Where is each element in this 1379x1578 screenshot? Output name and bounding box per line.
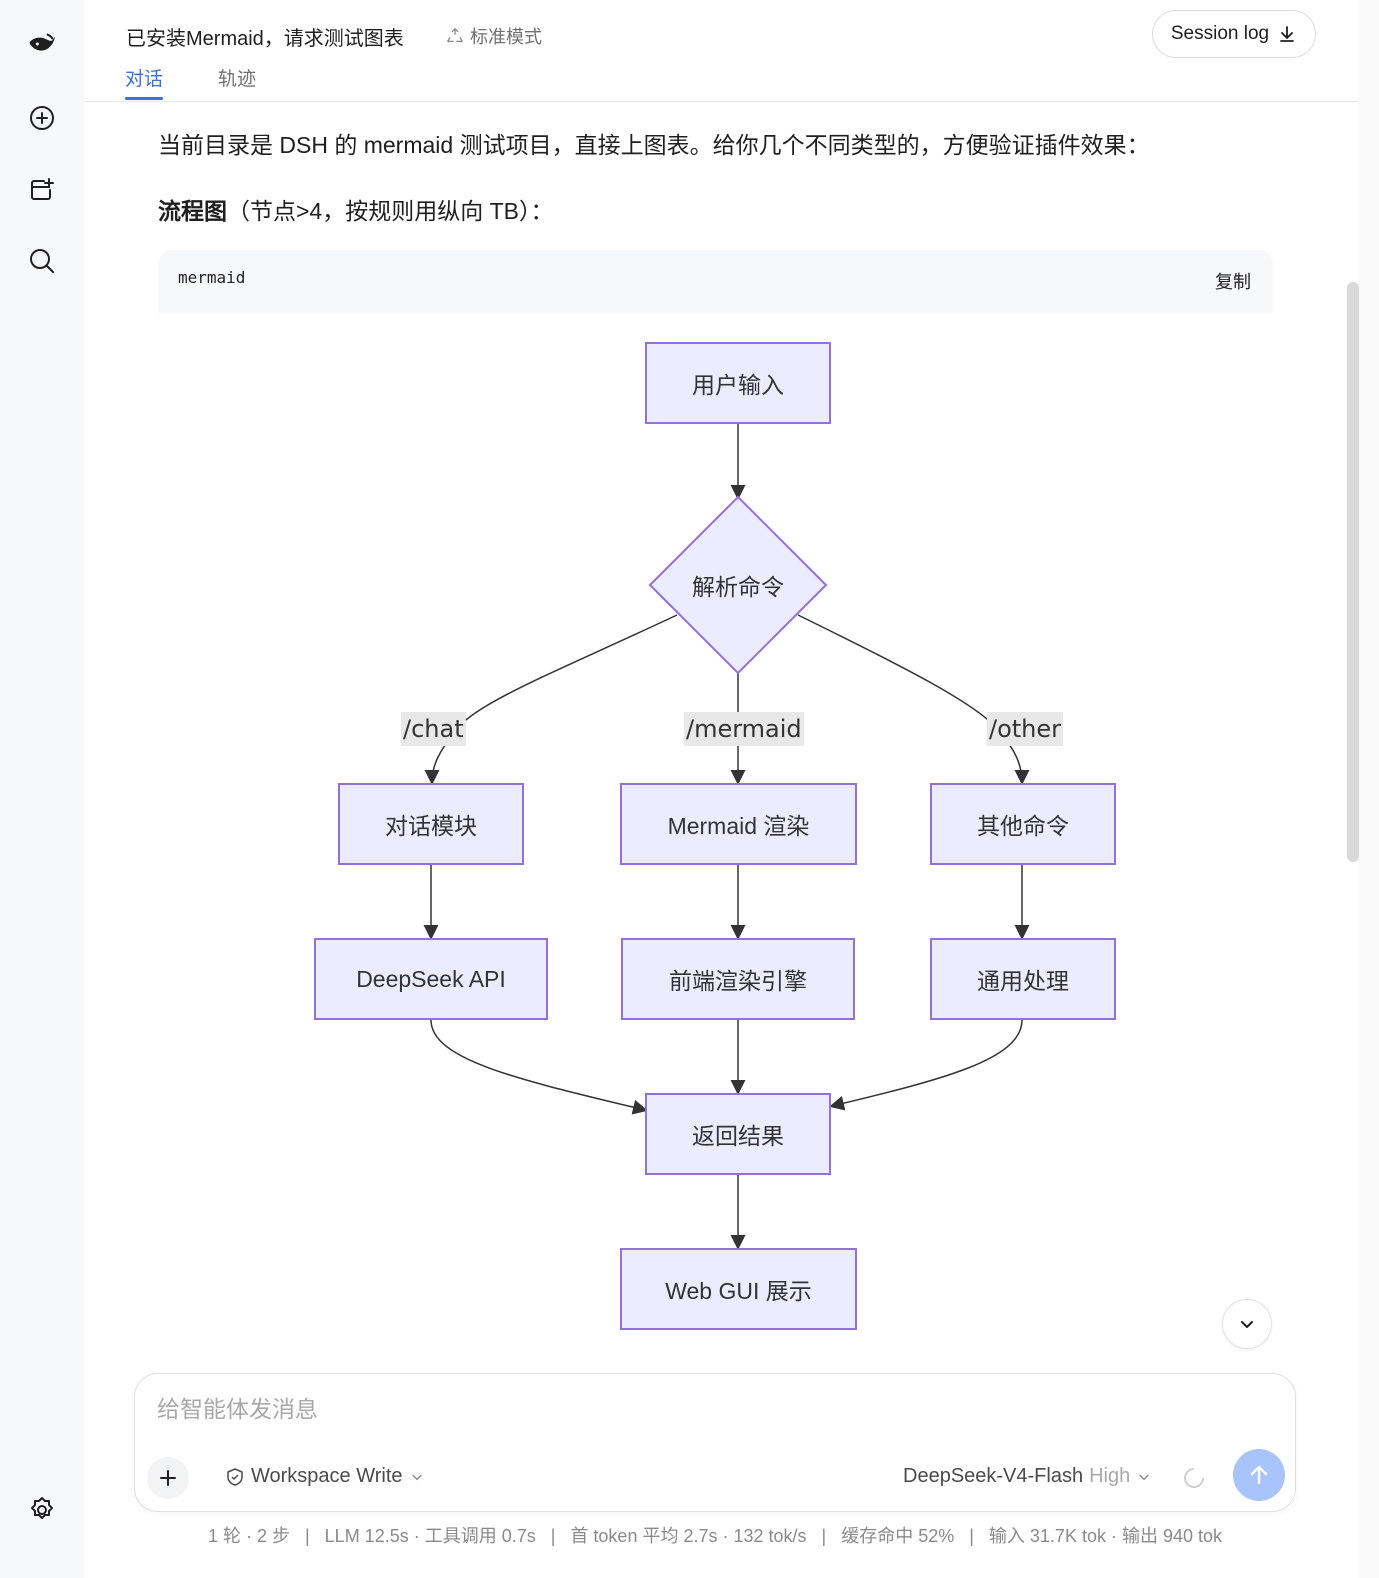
effort-label: High (1089, 1465, 1131, 1487)
message-composer: Workspace Write DeepSeek-V4-Flash High (134, 1373, 1296, 1512)
chevron-down-icon (1139, 1474, 1149, 1480)
chevron-down-icon (1241, 1321, 1253, 1328)
session-log-label: Session log (1170, 23, 1270, 44)
model-label: DeepSeek-V4-Flash (903, 1465, 1084, 1487)
message-intro: 当前目录是 DSH 的 mermaid 测试项目，直接上图表。给你几个不同类型的… (158, 132, 1150, 158)
download-icon (1280, 26, 1295, 42)
section-heading: 流程图（节点>4，按规则用纵向 TB）： (158, 192, 554, 226)
add-window-icon[interactable] (20, 168, 64, 212)
chevron-down-icon (411, 1474, 422, 1480)
mode-label: 标准模式 (470, 27, 542, 47)
node-deepseek-api: DeepSeek API (314, 938, 548, 1020)
mode-indicator: 标准模式 (446, 23, 542, 49)
left-sidebar (0, 0, 84, 1578)
node-other-command: 其他命令 (930, 783, 1116, 865)
plus-icon (160, 1470, 176, 1486)
copy-button[interactable]: 复制 (1215, 268, 1251, 294)
loading-spinner-icon (1184, 1468, 1204, 1488)
message-input[interactable] (157, 1396, 1257, 1423)
arrow-up-icon (1250, 1465, 1268, 1485)
chat-header: 已安装Mermaid，请求测试图表 标准模式 Session log 对话 轨迹 (84, 0, 1358, 102)
plus-circle-icon[interactable] (20, 96, 64, 140)
node-generic-processing: 通用处理 (930, 938, 1116, 1020)
scroll-to-bottom-button[interactable] (1222, 1299, 1272, 1349)
page-title: 已安装Mermaid，请求测试图表 (126, 28, 404, 50)
tab-chat[interactable]: 对话 (125, 64, 164, 100)
code-language: mermaid (178, 268, 246, 287)
workspace-select[interactable]: Workspace Write (225, 1465, 425, 1488)
recycle-icon (447, 28, 463, 43)
attach-button[interactable] (147, 1457, 189, 1499)
node-parse-command: 解析命令 (692, 574, 784, 600)
node-chat-module: 对话模块 (338, 783, 524, 865)
node-frontend-engine: 前端渲染引擎 (621, 938, 855, 1020)
session-log-button[interactable]: Session log (1152, 10, 1316, 58)
send-button[interactable] (1233, 1449, 1285, 1501)
shield-icon (227, 1467, 243, 1486)
model-select[interactable]: DeepSeek-V4-Flash High (903, 1465, 1152, 1488)
session-stats: 1 轮 · 2 步 | LLM 12.5s · 工具调用 0.7s | 首 to… (207, 1526, 1223, 1546)
section-bold: 流程图 (158, 198, 227, 224)
node-webgui: Web GUI 展示 (620, 1248, 857, 1330)
search-icon[interactable] (20, 239, 64, 283)
node-user-input: 用户输入 (645, 342, 831, 424)
whale-logo-icon[interactable] (20, 22, 64, 66)
node-return-result: 返回结果 (645, 1093, 831, 1175)
node-mermaid-render: Mermaid 渲染 (620, 783, 857, 865)
scrollbar-thumb[interactable] (1347, 282, 1359, 862)
section-rest: （节点>4，按规则用纵向 TB）： (227, 198, 554, 224)
workspace-label: Workspace Write (251, 1465, 403, 1487)
tab-trace[interactable]: 轨迹 (218, 64, 256, 91)
scrollbar-track[interactable] (1358, 0, 1379, 1578)
